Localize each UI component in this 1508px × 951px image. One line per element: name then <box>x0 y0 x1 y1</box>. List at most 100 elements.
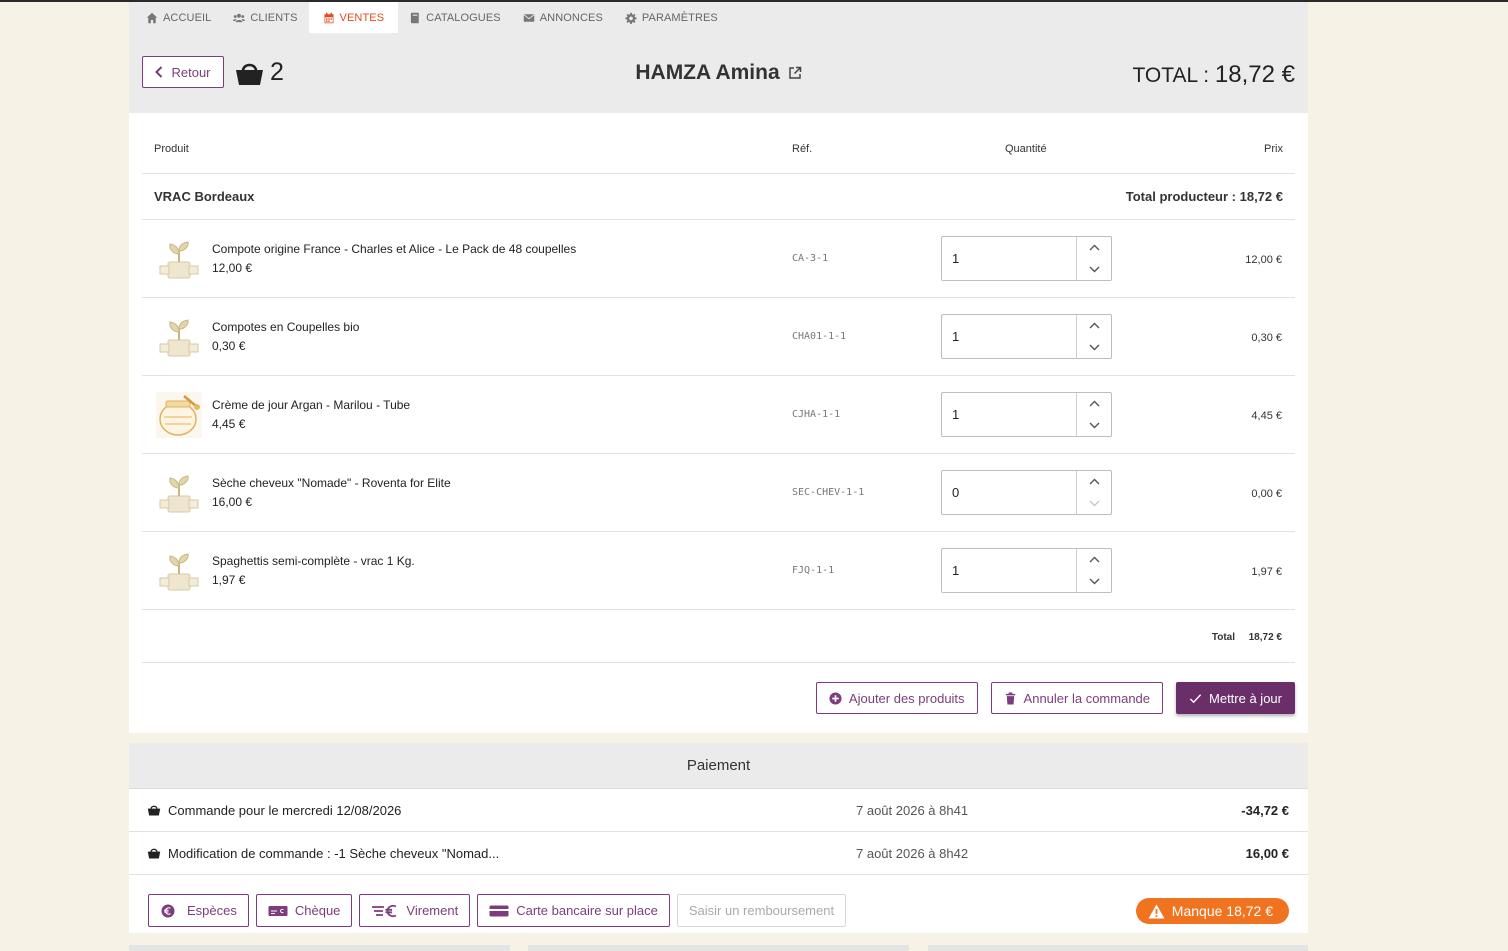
nav-item-clients[interactable]: CLIENTS <box>222 2 308 33</box>
payment-row-amount: 16,00 € <box>1245 846 1289 861</box>
decrement-chevron-down-icon <box>1077 493 1111 515</box>
cancel-order-label: Annuler la commande <box>1023 690 1151 706</box>
product-unit-price: 12,00 € <box>212 261 253 275</box>
missing-amount-badge: Manque 18,72 € <box>1135 898 1289 924</box>
decrement-chevron-down-icon[interactable] <box>1077 259 1111 281</box>
col-product: Produit <box>154 143 189 155</box>
product-ref: CJHA-1-1 <box>792 409 841 420</box>
order-header: Retour 2 HAMZA Amina TOTAL : 18,72 € <box>129 33 1308 113</box>
nav-item-catalogues[interactable]: CATALOGUES <box>398 2 512 33</box>
quantity-input[interactable]: 1 <box>942 315 1076 358</box>
missing-amount-text: Manque 18,72 € <box>1171 903 1273 919</box>
plus-circle-icon <box>829 691 842 705</box>
col-quantity: Quantité <box>1005 143 1047 155</box>
plant-pot-icon <box>156 236 202 282</box>
order-actions: Ajouter des produits Annuler la commande… <box>815 682 1295 714</box>
book-icon <box>411 12 419 23</box>
increment-chevron-up-icon[interactable] <box>1077 549 1111 571</box>
payment-row: Commande pour le mercredi 12/08/2026 7 a… <box>129 789 1308 832</box>
nav-label: VENTES <box>339 11 385 24</box>
plant-pot-icon <box>156 470 202 516</box>
nav-item-accueil[interactable]: ACCUEIL <box>135 2 222 33</box>
producer-row: VRAC Bordeaux Total producteur : 18,72 € <box>142 174 1295 220</box>
table-row: Compotes en Coupelles bio 0,30 € CHA01-1-1… <box>142 298 1295 376</box>
cash-button[interactable]: Espèces <box>148 894 249 927</box>
footer-panel <box>528 945 909 951</box>
product-name: Compotes en Coupelles bio <box>212 320 360 334</box>
card-button[interactable]: Carte bancaire sur place <box>477 894 670 927</box>
quantity-input[interactable]: 1 <box>942 393 1076 436</box>
increment-chevron-up-icon[interactable] <box>1077 237 1111 259</box>
basket-icon <box>147 848 161 859</box>
plant-pot-icon <box>156 548 202 594</box>
col-price: Prix <box>1264 143 1283 155</box>
gear-icon <box>625 12 637 24</box>
increment-chevron-up-icon[interactable] <box>1077 471 1111 493</box>
nav-label: PARAMÈTRES <box>641 11 718 24</box>
product-line-total: 1,97 € <box>1251 566 1282 578</box>
table-total-label: Total <box>1211 632 1235 643</box>
nav-label: ACCUEIL <box>163 11 212 24</box>
quantity-controls <box>1076 315 1111 358</box>
payment-row: Modification de commande : -1 Sèche chev… <box>129 832 1308 875</box>
external-link-icon <box>788 66 801 79</box>
cash-label: Espèces <box>187 903 237 918</box>
cheque-icon <box>268 905 288 916</box>
product-name: Crème de jour Argan - Marilou - Tube <box>212 398 411 412</box>
euro-coin-icon <box>161 904 175 917</box>
quantity-input[interactable]: 1 <box>942 549 1076 592</box>
table-header: Produit Réf. Quantité Prix <box>142 113 1295 174</box>
add-products-button[interactable]: Ajouter des produits <box>815 682 978 714</box>
cheque-button[interactable]: Chèque <box>255 894 353 927</box>
decrement-chevron-down-icon[interactable] <box>1077 571 1111 593</box>
transfer-button[interactable]: Virement <box>359 894 471 927</box>
nav-item-parametres[interactable]: PARAMÈTRES <box>614 2 729 33</box>
quantity-controls <box>1076 471 1111 514</box>
product-line-total: 12,00 € <box>1245 254 1282 266</box>
order-total-value: 18,72 € <box>1214 61 1295 88</box>
client-name[interactable]: HAMZA Amina <box>129 61 1308 85</box>
col-ref: Réf. <box>792 143 813 155</box>
nav-label: CLIENTS <box>250 11 298 24</box>
payment-row-amount: -34,72 € <box>1241 803 1289 818</box>
order-total-label: TOTAL : <box>1132 64 1215 87</box>
quantity-input[interactable]: 0 <box>942 471 1076 514</box>
quantity-stepper: 1 <box>941 314 1112 359</box>
refund-label: Saisir un remboursement <box>688 903 835 918</box>
decrement-chevron-down-icon[interactable] <box>1077 415 1111 437</box>
quantity-input[interactable]: 1 <box>942 237 1076 280</box>
envelope-icon <box>523 13 535 22</box>
product-name: Compote origine France - Charles et Alic… <box>212 242 577 256</box>
client-name-text: HAMZA Amina <box>635 61 780 84</box>
nav-item-annonces[interactable]: ANNONCES <box>512 2 614 33</box>
refund-button[interactable]: Saisir un remboursement <box>676 894 847 927</box>
product-ref: CA-3-1 <box>792 253 829 264</box>
add-products-label: Ajouter des produits <box>848 690 965 706</box>
product-line-total: 0,30 € <box>1251 332 1282 344</box>
products-panel: Produit Réf. Quantité Prix VRAC Bordeaux… <box>129 113 1308 733</box>
payment-row-label: Modification de commande : -1 Sèche chev… <box>168 846 500 861</box>
payment-row-date: 7 août 2026 à 8h42 <box>856 846 969 861</box>
increment-chevron-up-icon[interactable] <box>1077 315 1111 337</box>
payment-title: Paiement <box>129 743 1308 789</box>
product-line-total: 4,45 € <box>1251 410 1282 422</box>
cancel-order-button[interactable]: Annuler la commande <box>990 682 1164 714</box>
nav-item-ventes[interactable]: VENTES <box>308 2 399 33</box>
transfer-label: Virement <box>406 903 459 918</box>
payment-row-label: Commande pour le mercredi 12/08/2026 <box>168 803 402 818</box>
payment-panel: Paiement Commande pour le mercredi 12/08… <box>129 743 1308 933</box>
quantity-stepper: 1 <box>941 548 1112 593</box>
transfer-euro-icon <box>372 904 397 917</box>
credit-card-icon <box>489 905 509 916</box>
cheque-label: Chèque <box>294 903 341 918</box>
trash-icon <box>1005 691 1015 705</box>
increment-chevron-up-icon[interactable] <box>1077 393 1111 415</box>
footer-panel <box>928 945 1308 951</box>
update-order-label: Mettre à jour <box>1209 690 1282 706</box>
payment-actions: Espèces Chèque Virement Carte bancaire s… <box>148 894 847 927</box>
decrement-chevron-down-icon[interactable] <box>1077 337 1111 359</box>
payment-row-date: 7 août 2026 à 8h41 <box>856 803 969 818</box>
quantity-controls <box>1076 237 1111 280</box>
check-icon <box>1189 693 1202 703</box>
update-order-button[interactable]: Mettre à jour <box>1176 682 1295 714</box>
